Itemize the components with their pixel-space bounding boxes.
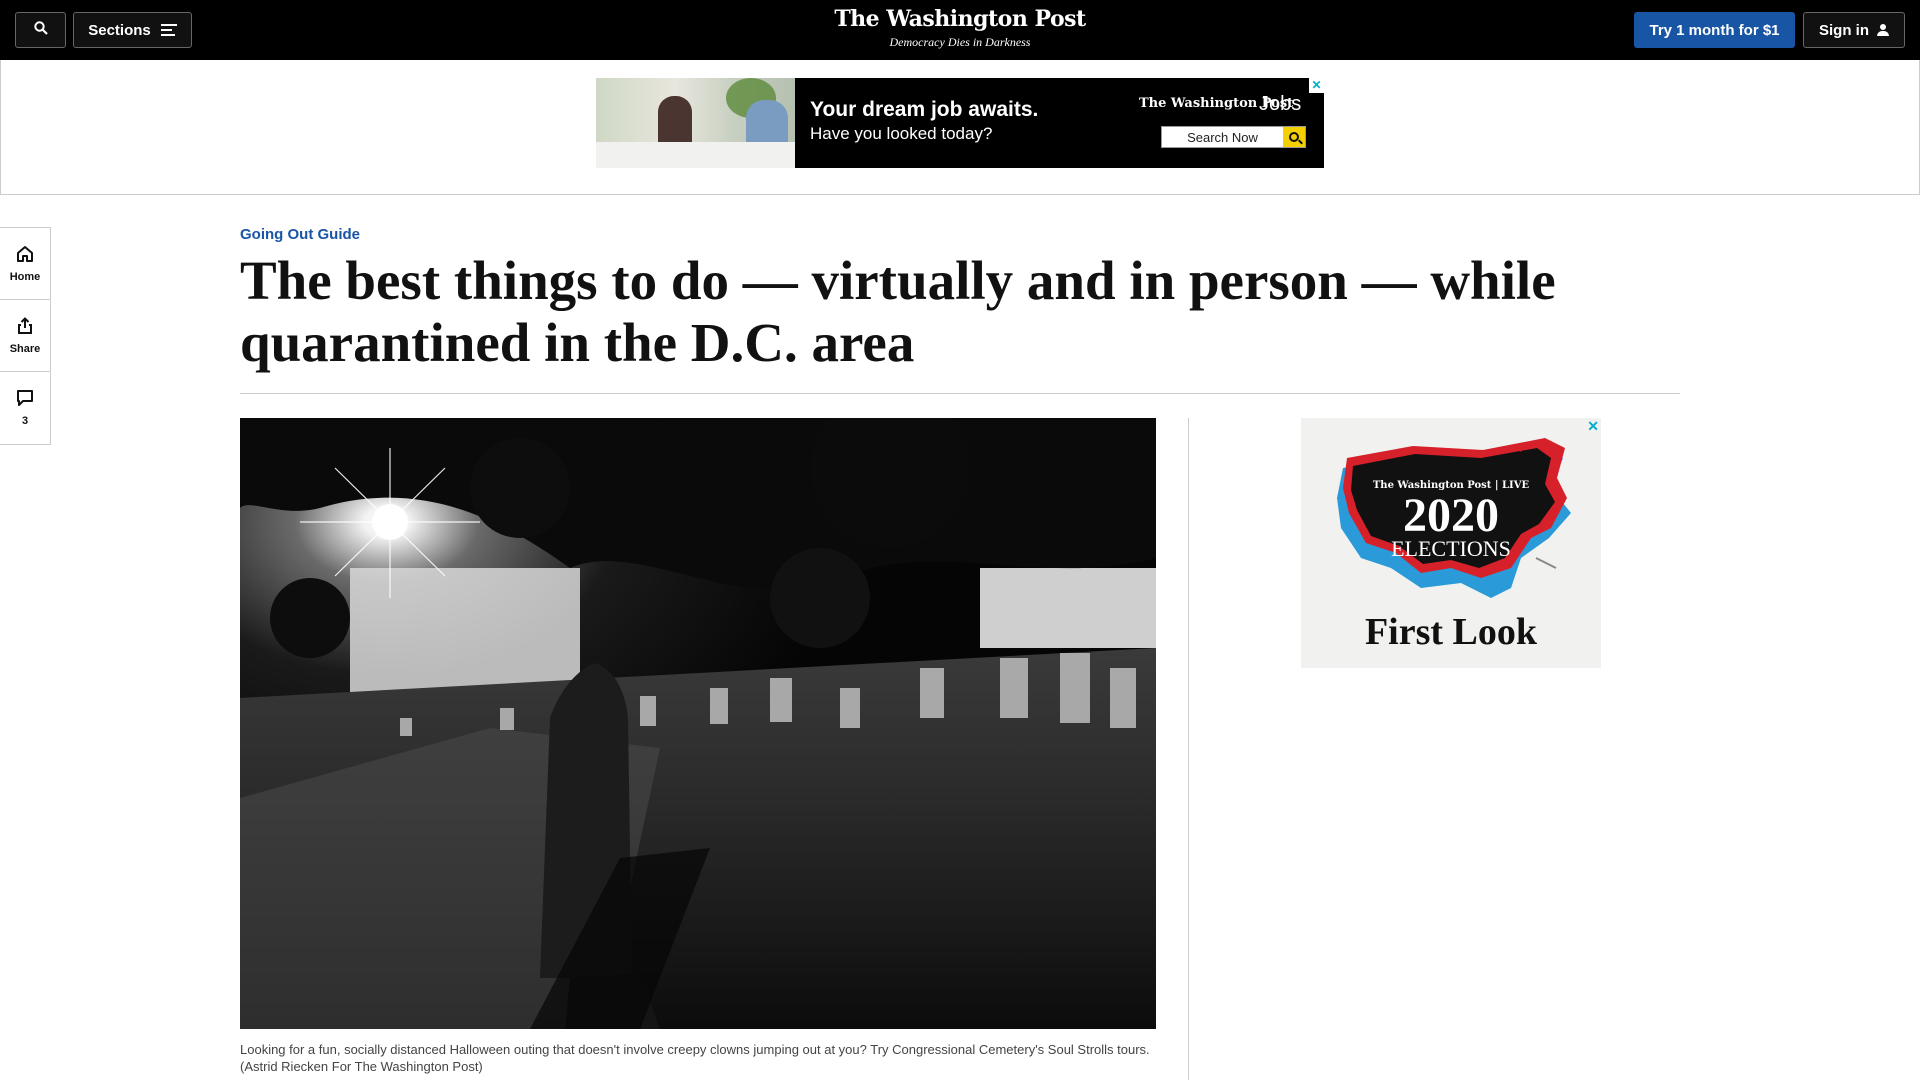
sign-in-label: Sign in [1819, 21, 1869, 39]
left-action-rail: Home Share 3 [0, 227, 51, 445]
search-button[interactable] [15, 12, 66, 48]
jobs-ad-headline: Your dream job awaits. [810, 98, 1039, 121]
masthead[interactable]: The Washington Post Democracy Dies in Da… [760, 6, 1160, 50]
rail-home-label: Home [9, 270, 41, 283]
jobs-ad-banner[interactable]: Your dream job awaits. Have you looked t… [596, 78, 1324, 168]
ad-close-icon[interactable]: ✕ [1309, 78, 1324, 93]
elections-ad-tagline: First Look [1364, 611, 1538, 653]
jobs-ad-search-label: Search Now [1187, 129, 1258, 145]
sign-in-button[interactable]: Sign in [1803, 12, 1905, 48]
sections-button[interactable]: Sections [73, 12, 192, 48]
rail-comments-button[interactable]: 3 [0, 372, 50, 444]
share-icon [16, 316, 34, 338]
article-headline: The best things to do — virtually and in… [240, 250, 1556, 373]
menu-icon [160, 24, 177, 36]
search-icon [33, 21, 48, 39]
home-icon [16, 245, 34, 266]
column-divider [1188, 418, 1189, 1080]
user-icon [1877, 24, 1889, 36]
site-logo[interactable]: The Washington Post [760, 6, 1160, 32]
rail-home-button[interactable]: Home [0, 228, 50, 300]
search-icon [1283, 127, 1305, 147]
rail-share-label: Share [9, 342, 41, 355]
elections-ad-year: 2020 [1403, 489, 1499, 542]
jobs-ad-subheadline: Have you looked today? [810, 124, 993, 143]
elections-ad[interactable]: The Washington Post | LIVE 2020 ELECTION… [1301, 418, 1601, 668]
subscribe-button[interactable]: Try 1 month for $1 [1634, 12, 1795, 48]
jobs-ad-photo [596, 78, 795, 168]
article-kicker[interactable]: Going Out Guide [240, 226, 360, 243]
jobs-ad-search-button[interactable]: Search Now [1161, 126, 1306, 148]
photo-caption: Looking for a fun, socially distanced Ha… [240, 1042, 1150, 1074]
ad-close-icon[interactable]: ✕ [1587, 418, 1599, 435]
sections-label: Sections [88, 21, 151, 39]
headline-divider [240, 393, 1680, 394]
rail-share-button[interactable]: Share [0, 300, 50, 372]
jobs-ad-brand-suffix: Jobs [1259, 93, 1302, 115]
site-tagline: Democracy Dies in Darkness [889, 35, 1031, 49]
elections-ad-title: ELECTIONS [1391, 536, 1511, 561]
lead-photo [240, 418, 1156, 1029]
comment-count: 3 [21, 415, 29, 427]
top-nav-bar: Sections The Washington Post Democracy D… [0, 0, 1920, 60]
comment-icon [16, 389, 34, 410]
